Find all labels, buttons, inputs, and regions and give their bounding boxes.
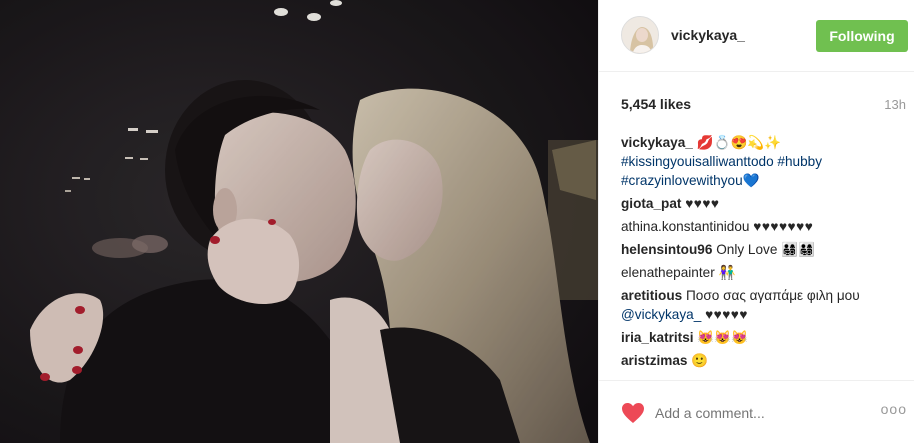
post-username[interactable]: vickykaya_ bbox=[671, 27, 745, 43]
comment-author[interactable]: helensintou96 bbox=[621, 242, 712, 257]
comment-text: Ποσο σας αγαπάμε φιλη μου bbox=[685, 288, 860, 303]
comment-item: athina.konstantinidou ♥♥♥♥♥♥♥ bbox=[621, 217, 913, 236]
kiss-photo-image bbox=[0, 0, 598, 443]
comment-item: helensintou96 Only Love 👨‍👩‍👧‍👦👨‍👩‍👧‍👦 bbox=[621, 240, 913, 259]
comments-list: vickykaya_ 💋💍😍💫✨ #kissingyouisalliwantto… bbox=[621, 133, 913, 380]
comment-item: aristzimas 🙂 bbox=[621, 351, 913, 370]
comment-text: 👫 bbox=[718, 265, 736, 280]
avatar-image bbox=[622, 17, 658, 53]
heart-icon bbox=[622, 403, 644, 423]
avatar[interactable] bbox=[621, 16, 659, 54]
comment-author[interactable]: iria_katritsi bbox=[621, 330, 694, 345]
comment-text: ♥♥♥♥♥♥♥ bbox=[753, 219, 814, 234]
post-modal: vickykaya_ Following 5,454 likes 13h vic… bbox=[0, 0, 914, 443]
hashtag-link[interactable]: #hubby bbox=[777, 154, 822, 169]
comment-item: giota_pat ♥♥♥♥ bbox=[621, 194, 913, 213]
blue-heart-emoji: 💙 bbox=[742, 173, 760, 188]
add-comment-input[interactable] bbox=[655, 405, 855, 421]
more-options-icon[interactable]: ooo bbox=[881, 401, 907, 417]
post-timestamp[interactable]: 13h bbox=[884, 97, 906, 112]
comment-author[interactable]: athina.konstantinidou bbox=[621, 219, 749, 234]
likes-count[interactable]: 5,454 likes bbox=[621, 96, 691, 112]
mention-link[interactable]: @vickykaya_ bbox=[621, 307, 701, 322]
hashtag-link[interactable]: #crazyinlovewithyou bbox=[621, 173, 743, 188]
post-footer: ooo bbox=[599, 380, 914, 443]
following-button[interactable]: Following bbox=[816, 20, 908, 52]
comment-text: Only Love 👨‍👩‍👧‍👦👨‍👩‍👧‍👦 bbox=[716, 242, 816, 257]
post-photo[interactable] bbox=[0, 0, 598, 443]
post-header: vickykaya_ Following bbox=[599, 0, 914, 72]
caption: vickykaya_ 💋💍😍💫✨ #kissingyouisalliwantto… bbox=[621, 133, 913, 190]
comment-text: ♥♥♥♥ bbox=[685, 196, 720, 211]
caption-emojis: 💋💍😍💫✨ bbox=[696, 135, 782, 150]
comment-author[interactable]: giota_pat bbox=[621, 196, 681, 211]
post-sidebar: vickykaya_ Following 5,454 likes 13h vic… bbox=[598, 0, 914, 443]
comment-author[interactable]: aretitious bbox=[621, 288, 682, 303]
comment-item: elenathepainter 👫 bbox=[621, 263, 913, 282]
comment-text: 🙂 bbox=[691, 353, 709, 368]
comment-author[interactable]: aristzimas bbox=[621, 353, 688, 368]
comment-author[interactable]: elenathepainter bbox=[621, 265, 715, 280]
comment-item: aretitious Ποσο σας αγαπάμε φιλη μου @vi… bbox=[621, 286, 913, 324]
like-button[interactable] bbox=[621, 402, 645, 424]
hashtag-link[interactable]: #kissingyouisalliwanttodo bbox=[621, 154, 774, 169]
comment-text-hearts: ♥♥♥♥♥ bbox=[705, 307, 748, 322]
comment-text: 😻😻😻 bbox=[697, 330, 749, 345]
comment-item: iria_katritsi 😻😻😻 bbox=[621, 328, 913, 347]
caption-author[interactable]: vickykaya_ bbox=[621, 135, 693, 150]
